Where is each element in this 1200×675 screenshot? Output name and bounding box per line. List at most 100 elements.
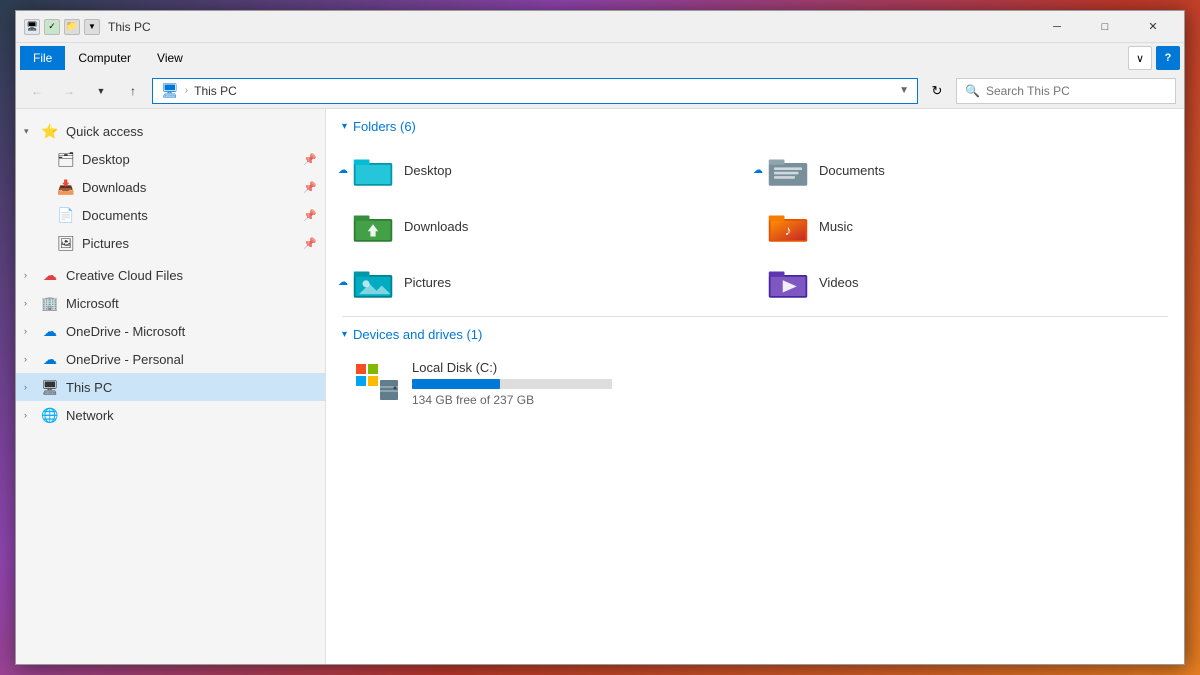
close-button[interactable]: ✕ (1130, 11, 1176, 43)
disk-bar-fill (412, 379, 500, 389)
sidebar-item-documents[interactable]: 📄 Documents 📌 (32, 201, 325, 229)
desktop-folder-icon (352, 152, 394, 188)
pictures-label: Pictures (82, 236, 303, 251)
address-dropdown-icon[interactable]: ▼ (899, 85, 909, 96)
folders-chevron-icon: ▾ (342, 121, 347, 132)
star-icon: ⭐ (40, 121, 60, 141)
sidebar-item-pictures[interactable]: 🖼 Pictures 📌 (32, 229, 325, 257)
sidebar-item-microsoft[interactable]: › 🏢 Microsoft (16, 289, 325, 317)
quick-access-label: Quick access (66, 124, 317, 139)
maximize-button[interactable]: □ (1082, 11, 1128, 43)
pictures-pin-icon: 📌 (303, 237, 317, 250)
address-separator: › (185, 85, 188, 96)
search-input[interactable] (986, 84, 1167, 98)
creative-cloud-label: Creative Cloud Files (66, 268, 317, 283)
folders-header-label: Folders (6) (353, 119, 416, 134)
up-button[interactable]: ↑ (120, 78, 146, 104)
monitor-icon: 🖥 (24, 19, 40, 35)
folder-item-documents[interactable]: ☁ Documents (757, 144, 1168, 196)
recent-locations-button[interactable]: ▼ (88, 78, 114, 104)
address-monitor-icon: 🖥 (161, 82, 179, 99)
sidebar-item-quick-access[interactable]: ▾ ⭐ Quick access (16, 117, 325, 145)
videos-folder-icon (767, 264, 809, 300)
local-disk-name: Local Disk (C:) (412, 360, 1158, 375)
network-icon: 🌐 (40, 405, 60, 425)
window-controls: ─ □ ✕ (1034, 11, 1176, 43)
search-box[interactable]: 🔍 (956, 78, 1176, 104)
folder-item-downloads[interactable]: Downloads (342, 200, 753, 252)
tab-file[interactable]: File (20, 46, 65, 70)
main-panel: ▾ Folders (6) ☁ Desktop (326, 109, 1184, 664)
pictures-folder-name: Pictures (404, 275, 451, 290)
onedrive-ms-chevron: › (24, 326, 40, 336)
dropdown-arrow-icon[interactable]: ▼ (84, 19, 100, 35)
sidebar-item-onedrive-microsoft[interactable]: › ☁ OneDrive - Microsoft (16, 317, 325, 345)
folders-section-header[interactable]: ▾ Folders (6) (326, 109, 1184, 140)
desktop-icon: 🗂 (56, 149, 76, 169)
address-box[interactable]: 🖥 › This PC ▼ (152, 78, 918, 104)
folder-item-music[interactable]: ♪ Music (757, 200, 1168, 252)
documents-label: Documents (82, 208, 303, 223)
microsoft-chevron: › (24, 298, 40, 308)
local-disk-size: 134 GB free of 237 GB (412, 393, 1158, 407)
folder-item-pictures[interactable]: ☁ Pictures (342, 256, 753, 308)
this-pc-icon: 🖥 (40, 377, 60, 397)
sidebar-item-creative-cloud[interactable]: › ☁ Creative Cloud Files (16, 261, 325, 289)
disk-bar-background (412, 379, 612, 389)
sidebar-item-onedrive-personal[interactable]: › ☁ OneDrive - Personal (16, 345, 325, 373)
address-text: This PC (194, 84, 237, 98)
content-area: ▾ ⭐ Quick access 🗂 Desktop 📌 📥 Downloads (16, 109, 1184, 664)
onedrive-personal-label: OneDrive - Personal (66, 352, 317, 367)
downloads-label: Downloads (82, 180, 303, 195)
onedrive-personal-chevron: › (24, 354, 40, 364)
ribbon: File Computer View ∨ ? (16, 43, 1184, 73)
creative-cloud-chevron: › (24, 270, 40, 280)
folder-item-videos[interactable]: Videos (757, 256, 1168, 308)
sidebar: ▾ ⭐ Quick access 🗂 Desktop 📌 📥 Downloads (16, 109, 326, 664)
local-disk-info: Local Disk (C:) 134 GB free of 237 GB (412, 360, 1158, 407)
downloads-icon: 📥 (56, 177, 76, 197)
addressbar: ← → ▼ ↑ 🖥 › This PC ▼ ↻ 🔍 (16, 73, 1184, 109)
this-pc-chevron: › (24, 382, 40, 392)
downloads-pin-icon: 📌 (303, 181, 317, 194)
videos-folder-name: Videos (819, 275, 859, 290)
minimize-button[interactable]: ─ (1034, 11, 1080, 43)
sidebar-item-downloads[interactable]: 📥 Downloads 📌 (32, 173, 325, 201)
onedrive-ms-label: OneDrive - Microsoft (66, 324, 317, 339)
network-chevron: › (24, 410, 40, 420)
documents-pin-icon: 📌 (303, 209, 317, 222)
help-button[interactable]: ? (1156, 46, 1180, 70)
devices-grid: Local Disk (C:) 134 GB free of 237 GB (326, 348, 1184, 432)
onedrive-ms-icon: ☁ (40, 321, 60, 341)
tab-view[interactable]: View (144, 46, 196, 70)
folders-grid: ☁ Desktop ☁ (326, 140, 1184, 316)
this-pc-label: This PC (66, 380, 317, 395)
svg-text:♪: ♪ (785, 222, 792, 238)
quick-access-children: 🗂 Desktop 📌 📥 Downloads 📌 📄 Documents (16, 145, 325, 257)
devices-chevron-icon: ▾ (342, 329, 347, 340)
device-item-c[interactable]: Local Disk (C:) 134 GB free of 237 GB (342, 352, 1168, 416)
quick-access-chevron: ▾ (24, 126, 40, 137)
pictures-icon: 🖼 (56, 233, 76, 253)
back-button[interactable]: ← (24, 78, 50, 104)
onedrive-personal-icon: ☁ (40, 349, 60, 369)
window-title: This PC (108, 20, 1034, 34)
downloads-folder-name: Downloads (404, 219, 468, 234)
downloads-folder-icon (352, 208, 394, 244)
tab-computer[interactable]: Computer (65, 46, 144, 70)
desktop-folder-name: Desktop (404, 163, 452, 178)
local-disk-icon (352, 360, 400, 408)
creative-cloud-icon: ☁ (40, 265, 60, 285)
network-label: Network (66, 408, 317, 423)
folder-item-desktop[interactable]: ☁ Desktop (342, 144, 753, 196)
sidebar-item-this-pc[interactable]: › 🖥 This PC (16, 373, 325, 401)
forward-button[interactable]: → (56, 78, 82, 104)
refresh-button[interactable]: ↻ (924, 78, 950, 104)
ribbon-collapse-button[interactable]: ∨ (1128, 46, 1152, 70)
sidebar-item-network[interactable]: › 🌐 Network (16, 401, 325, 429)
sidebar-item-desktop[interactable]: 🗂 Desktop 📌 (32, 145, 325, 173)
devices-section-header[interactable]: ▾ Devices and drives (1) (326, 317, 1184, 348)
folder-icon-small: 📁 (64, 19, 80, 35)
desktop-pin-icon: 📌 (303, 153, 317, 166)
explorer-window: 🖥 ✓ 📁 ▼ This PC ─ □ ✕ File Computer View… (15, 10, 1185, 665)
